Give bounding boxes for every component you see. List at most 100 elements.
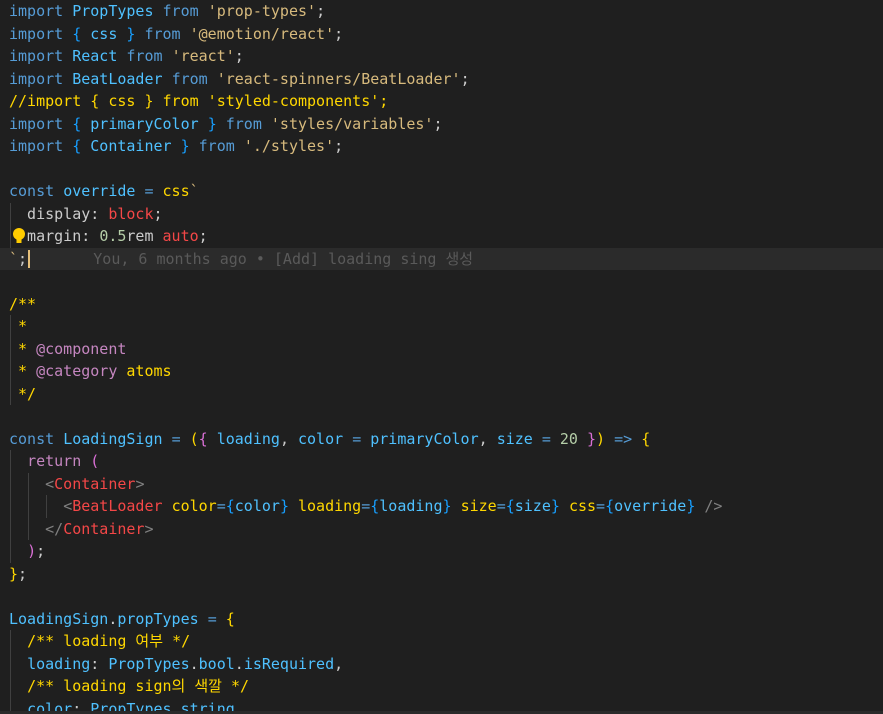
code-line[interactable]: import React from 'react'; — [0, 45, 883, 68]
code-line[interactable]: loading: PropTypes.bool.isRequired, — [0, 652, 883, 675]
code-token: ; — [18, 564, 28, 583]
code-token: /** loading sign의 색깔 */ — [27, 677, 250, 695]
code-token: import — [9, 47, 64, 65]
code-line[interactable]: /** loading 여부 */ — [0, 630, 883, 653]
code-token: , — [478, 429, 497, 448]
code-token: import — [9, 24, 64, 43]
code-token: Container — [90, 137, 172, 155]
code-token: auto — [162, 227, 199, 245]
code-line[interactable] — [0, 585, 883, 608]
code-token: 'styles/variables' — [270, 114, 434, 133]
code-token: LoadingSign — [63, 429, 163, 448]
code-line[interactable]: /** — [0, 293, 883, 316]
code-line[interactable] — [0, 405, 883, 428]
code-line[interactable]: <Container> — [0, 472, 883, 495]
code-line[interactable]: /** loading sign의 색깔 */ — [0, 675, 883, 698]
code-token: { — [505, 497, 515, 515]
code-token: LoadingSign — [9, 609, 109, 628]
code-token: * — [9, 317, 28, 335]
code-token: size — [514, 497, 551, 515]
code-token: ) — [27, 542, 37, 560]
code-line[interactable]: import BeatLoader from 'react-spinners/B… — [0, 68, 883, 91]
code-line[interactable]: import { css } from '@emotion/react'; — [0, 23, 883, 46]
code-line[interactable]: * @component — [0, 337, 883, 360]
code-token: ( — [90, 452, 100, 470]
code-line[interactable]: ); — [0, 540, 883, 563]
code-token: css — [90, 24, 118, 43]
code-token: 0.5 — [99, 227, 127, 245]
code-line[interactable]: return ( — [0, 450, 883, 473]
code-token: , — [279, 429, 298, 448]
code-token: PropTypes — [72, 2, 154, 20]
code-token: 20 — [559, 429, 578, 448]
code-token: loading — [216, 429, 280, 448]
code-token: ; — [153, 204, 163, 223]
code-line[interactable]: * — [0, 315, 883, 338]
code-token: BeatLoader — [72, 497, 163, 515]
code-editor[interactable]: import PropTypes from 'prop-types'; impor… — [0, 0, 883, 714]
code-token: loading — [27, 654, 91, 673]
code-token: PropTypes — [108, 654, 190, 673]
code-token: '@emotion/react' — [189, 24, 335, 43]
code-token: { — [641, 429, 651, 448]
code-token: ; — [18, 249, 28, 268]
code-line[interactable]: }; — [0, 563, 883, 586]
code-token: ( — [189, 429, 199, 448]
code-token: { — [225, 609, 235, 628]
indent-guide — [10, 360, 11, 383]
code-token: display — [9, 204, 91, 223]
code-token: @component — [36, 339, 127, 358]
code-token: . — [189, 654, 199, 673]
code-line[interactable]: <BeatLoader color={color} loading={loadi… — [0, 495, 883, 518]
indent-guide — [10, 652, 11, 675]
code-token: isRequired — [243, 654, 335, 673]
code-line[interactable]: * @category atoms — [0, 360, 883, 383]
code-line[interactable]: //import { css } from 'styled-components… — [0, 90, 883, 113]
code-token: BeatLoader — [72, 69, 163, 88]
code-line[interactable]: </Container> — [0, 517, 883, 540]
code-token: : — [90, 654, 109, 673]
code-line[interactable]: import PropTypes from 'prop-types'; — [0, 0, 883, 23]
code-token: 'react-spinners/BeatLoader' — [216, 69, 461, 88]
code-line[interactable]: const LoadingSign = ({ loading, color = … — [0, 428, 883, 451]
code-token: = — [496, 497, 506, 515]
code-token: atoms — [126, 362, 172, 380]
code-token: { — [72, 114, 82, 133]
code-line[interactable]: const override = css` — [0, 180, 883, 203]
code-line[interactable]: import { Container } from './styles'; — [0, 135, 883, 158]
code-token: Container — [54, 474, 136, 493]
code-line[interactable]: */ — [0, 382, 883, 405]
code-line[interactable]: display: block; — [0, 202, 883, 225]
code-token: > — [144, 519, 154, 538]
lightbulb-icon[interactable] — [10, 227, 28, 245]
code-token: ) — [596, 429, 606, 448]
indent-guide — [28, 495, 29, 518]
code-line[interactable]: `; You, 6 months ago • [Add] loading sin… — [0, 247, 883, 270]
code-token: from — [225, 114, 262, 133]
code-token: override — [614, 497, 687, 515]
code-token: return — [27, 452, 82, 470]
code-line[interactable]: margin: 0.5rem auto; — [0, 225, 883, 248]
code-token: * — [9, 339, 37, 358]
code-token: : — [81, 227, 100, 245]
code-line[interactable] — [0, 158, 883, 181]
code-line[interactable]: import { primaryColor } from 'styles/var… — [0, 113, 883, 136]
code-token: /> — [704, 497, 723, 515]
code-token: from — [144, 24, 181, 43]
code-line[interactable]: LoadingSign.propTypes = { — [0, 608, 883, 631]
code-line[interactable] — [0, 270, 883, 293]
code-token: { — [225, 497, 235, 515]
